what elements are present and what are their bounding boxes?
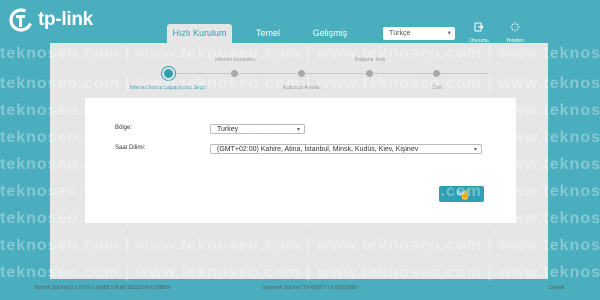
tab-advanced[interactable]: Gelişmiş [305,24,355,43]
main-panel: İnternet Servis Sağlayıcınızı Seçin İnte… [50,43,548,279]
region-label: Bölge: [115,125,133,131]
tab-quick-setup[interactable]: Hızlı Kurulum [167,24,232,43]
region-select[interactable]: Turkey ▾ [210,124,305,134]
step-dot-1 [164,69,173,78]
tp-link-logo-icon [9,8,33,32]
language-value: Türkçe [389,30,411,37]
language-select[interactable]: Türkçe ▾ [383,27,455,40]
reboot-icon [510,22,520,32]
hardware-version: Donanım Sürümü:TD-W9977 v1 00000000 [262,285,358,291]
header-bar: tp-link Hızlı Kurulum Temel Gelişmiş Tür… [0,0,600,44]
step-label-summary: Özet [431,85,443,91]
step-dot-5 [433,70,440,77]
region-value: Turkey [217,126,239,133]
step-label-isp: İnternet Servis Sağlayıcınızı Seçin [129,85,207,91]
step-label-test: Bağlantı Testi [355,57,385,63]
step-dot-3 [298,70,305,77]
timezone-value: (GMT+02:00) Kahire, Atina, İstanbul, Min… [217,146,419,153]
step-label-internet: İnternet Kurulumu [215,57,255,63]
timezone-label: Saat Dilimi: [115,145,146,151]
chevron-down-icon: ▾ [447,30,451,37]
support-link[interactable]: Destek [549,285,565,291]
timezone-select[interactable]: (GMT+02:00) Kahire, Atina, İstanbul, Min… [210,144,482,154]
reboot-button[interactable]: Yeniden [500,19,530,44]
logout-button[interactable]: Oturumu [464,19,494,44]
chevron-down-icon: ▾ [296,127,300,133]
brand-name: tp-link [38,9,93,30]
logo: tp-link [8,7,93,33]
logout-icon [474,22,484,32]
footer: Yazılım Sürümü:0.1.0 0.9.1 v0088.0 Build… [0,279,600,300]
step-label-wireless: Kablosuz Ayarları [282,85,322,91]
progress-line [168,73,488,74]
firmware-version: Yazılım Sürümü:0.1.0 0.9.1 v0088.0 Build… [34,285,171,291]
settings-card: Bölge: Turkey ▾ Saat Dilimi: (GMT+02:00)… [85,98,516,223]
tab-basic[interactable]: Temel [248,24,288,43]
step-dot-2 [231,70,238,77]
chevron-down-icon: ▾ [473,147,477,153]
pointer-cursor-icon: ☝ [459,190,472,201]
step-dot-4 [366,70,373,77]
